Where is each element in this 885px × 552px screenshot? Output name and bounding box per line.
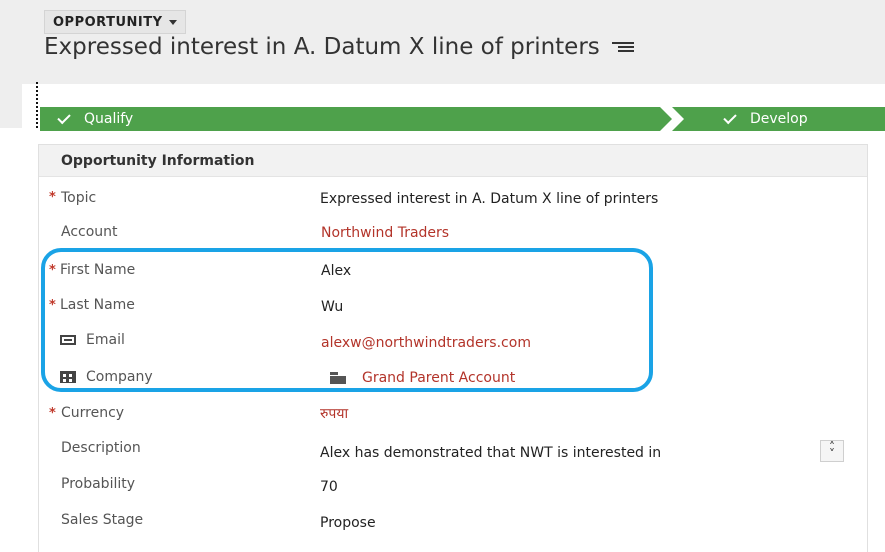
description-field[interactable]: Alex has demonstrated that NWT is intere… <box>320 443 661 463</box>
sales-stage-field[interactable]: Propose <box>320 513 376 533</box>
description-scroll-control[interactable]: ˄ ˅ <box>820 440 844 462</box>
stage-qualify[interactable]: Qualify <box>40 107 660 131</box>
process-bar: Qualify Develop <box>40 107 885 131</box>
topic-label: Topic <box>61 190 97 206</box>
focus-indicator <box>36 82 38 128</box>
stage-develop[interactable]: Develop <box>672 107 885 131</box>
chevron-down-icon <box>168 19 177 25</box>
section-title: Opportunity Information <box>39 145 867 177</box>
menu-icon[interactable] <box>611 40 634 54</box>
currency-label: Currency <box>61 405 125 421</box>
page-title-text: Expressed interest in A. Datum X line of… <box>44 34 600 60</box>
description-label: Description <box>61 440 141 456</box>
probability-label: Probability <box>61 476 136 492</box>
account-label: Account <box>61 224 118 240</box>
required-marker: * <box>49 190 56 205</box>
entity-label: OPPORTUNITY <box>53 14 163 30</box>
stage-label: Develop <box>750 111 808 127</box>
stage-arrow <box>660 107 672 131</box>
stage-arrow-notch <box>672 107 684 131</box>
required-marker: * <box>49 406 56 421</box>
probability-field[interactable]: 70 <box>320 477 338 497</box>
checkmark-icon <box>723 110 737 124</box>
sales-stage-label: Sales Stage <box>61 512 144 528</box>
account-link[interactable]: Northwind Traders <box>321 223 449 243</box>
stage-label: Qualify <box>84 111 134 127</box>
currency-link[interactable]: रुपया <box>320 403 348 423</box>
topic-field[interactable]: Expressed interest in A. Datum X line of… <box>320 189 658 209</box>
chevron-down-icon: ˅ <box>829 447 835 461</box>
checkmark-icon <box>57 110 71 124</box>
entity-selector[interactable]: OPPORTUNITY <box>44 10 186 34</box>
highlight-outline <box>41 248 653 392</box>
page-title: Expressed interest in A. Datum X line of… <box>44 34 634 60</box>
root: OPPORTUNITY Expressed interest in A. Dat… <box>0 0 885 552</box>
